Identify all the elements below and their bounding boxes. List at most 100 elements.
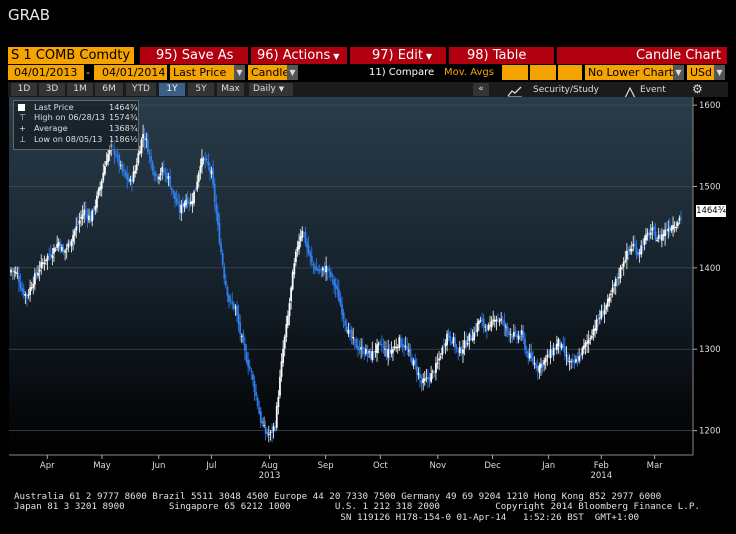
candle-body bbox=[608, 297, 611, 302]
candle-body bbox=[121, 164, 124, 171]
candle-body bbox=[619, 267, 622, 279]
candle-body bbox=[575, 359, 577, 363]
candle-body bbox=[170, 188, 173, 191]
candle-body bbox=[371, 350, 374, 360]
candle-body bbox=[637, 252, 639, 256]
candle-body bbox=[216, 212, 219, 225]
candle-body bbox=[364, 348, 367, 354]
candle-body bbox=[307, 245, 310, 254]
candle-body bbox=[252, 374, 254, 380]
candle-body bbox=[282, 348, 285, 363]
candle-body bbox=[466, 342, 469, 345]
candle-body bbox=[275, 406, 278, 428]
candle-body bbox=[342, 312, 345, 320]
candle-body bbox=[127, 177, 130, 181]
candle-body bbox=[420, 380, 423, 384]
candle-body bbox=[339, 298, 342, 305]
candle-body bbox=[654, 231, 657, 240]
legend-low-label: Low on 08/05/13 bbox=[34, 134, 103, 144]
candle-body bbox=[458, 347, 461, 354]
last-price-tag: 1464¾ bbox=[696, 205, 726, 217]
candle-body bbox=[586, 341, 589, 344]
candle-body bbox=[193, 191, 195, 204]
candle-body bbox=[376, 344, 378, 354]
candle-body bbox=[648, 232, 651, 237]
legend-average-icon: + bbox=[19, 123, 26, 133]
candle-body bbox=[528, 353, 531, 359]
candle-body bbox=[438, 358, 440, 361]
candle-body bbox=[484, 326, 487, 328]
candle-body bbox=[323, 269, 326, 273]
candle-body bbox=[205, 158, 208, 161]
candle-body bbox=[565, 355, 568, 357]
candle-body bbox=[653, 226, 655, 230]
candle-body bbox=[264, 426, 267, 434]
candle-body bbox=[62, 249, 65, 253]
candle-body bbox=[640, 245, 643, 255]
candle-body bbox=[462, 349, 464, 354]
candle-body bbox=[358, 348, 361, 351]
candle-body bbox=[415, 365, 418, 373]
candle-body bbox=[584, 342, 587, 347]
candle-body bbox=[10, 269, 12, 273]
candle-body bbox=[377, 343, 380, 345]
candle-body bbox=[336, 286, 339, 290]
candle-body bbox=[309, 252, 312, 257]
candle-body bbox=[259, 411, 262, 424]
candle-body bbox=[627, 249, 630, 252]
candle-body bbox=[595, 319, 598, 331]
candle-body bbox=[137, 153, 140, 164]
candle-body bbox=[616, 277, 619, 280]
candle-body bbox=[329, 271, 332, 277]
candle-body bbox=[598, 317, 601, 319]
candle-body bbox=[589, 338, 592, 340]
candle-body bbox=[209, 167, 211, 172]
x-tick-label-jun: Jun bbox=[151, 461, 165, 471]
candle-body bbox=[148, 153, 151, 155]
candle-body bbox=[568, 361, 571, 363]
candle-body bbox=[450, 342, 453, 344]
candle-body bbox=[294, 251, 297, 263]
candle-body bbox=[533, 362, 536, 365]
candle-body bbox=[485, 328, 488, 331]
candle-body bbox=[169, 176, 172, 188]
candle-body bbox=[430, 373, 433, 382]
candle-body bbox=[392, 349, 394, 353]
candle-body bbox=[234, 307, 237, 309]
candle-body bbox=[56, 243, 59, 248]
candle-body bbox=[597, 318, 600, 320]
candle-body bbox=[302, 232, 305, 235]
candle-body bbox=[140, 139, 143, 154]
legend-average-value: 1368¾ bbox=[109, 123, 138, 133]
candle-body bbox=[633, 243, 636, 247]
candle-body bbox=[331, 275, 334, 277]
candle-body bbox=[532, 357, 534, 363]
candle-body bbox=[41, 262, 44, 265]
candle-body bbox=[100, 180, 103, 189]
candle-body bbox=[290, 287, 292, 302]
candle-body bbox=[183, 203, 186, 207]
candle-body bbox=[185, 199, 187, 206]
candle-body bbox=[271, 430, 273, 433]
candle-body bbox=[562, 344, 565, 348]
candle-body bbox=[75, 226, 78, 232]
candle-body bbox=[287, 315, 289, 326]
candle-body bbox=[353, 339, 356, 341]
candle-body bbox=[334, 283, 337, 289]
candle-body bbox=[240, 335, 243, 337]
candle-body bbox=[99, 186, 102, 191]
x-tick-label-jul: Jul bbox=[205, 461, 216, 471]
candle-body bbox=[213, 183, 216, 202]
candle-body bbox=[13, 271, 16, 273]
candle-body bbox=[560, 344, 563, 349]
y-tick-label-1200: 1200 bbox=[699, 427, 721, 437]
candle-body bbox=[509, 334, 512, 336]
candle-body bbox=[538, 365, 541, 373]
candle-body bbox=[191, 200, 194, 205]
candle-body bbox=[387, 348, 390, 358]
candle-body bbox=[304, 231, 307, 244]
candle-body bbox=[606, 299, 609, 307]
candle-body bbox=[645, 234, 647, 241]
candle-body bbox=[344, 320, 347, 326]
candle-body bbox=[369, 350, 372, 359]
